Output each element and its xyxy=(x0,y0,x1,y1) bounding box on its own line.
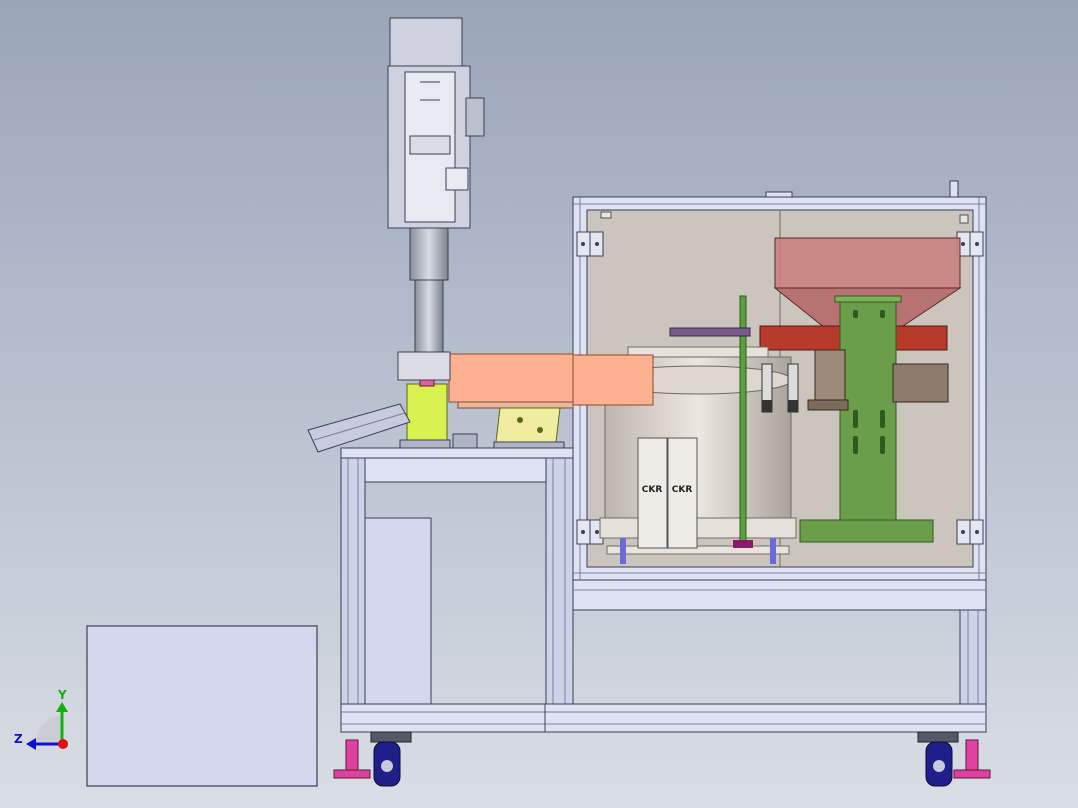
z-axis-label: Z xyxy=(14,732,23,746)
base-rail xyxy=(340,703,987,733)
control-box xyxy=(86,625,318,787)
left-leveling-foot xyxy=(333,739,371,779)
hinge-bottom-right xyxy=(956,519,984,545)
spindle-press xyxy=(387,17,485,381)
right-caster xyxy=(917,731,959,787)
right-cabinet-base xyxy=(572,579,987,705)
y-axis-label: Y xyxy=(57,688,67,702)
coordinate-triad: Y Z xyxy=(14,688,68,750)
left-caster xyxy=(370,731,412,787)
left-table-frame xyxy=(340,447,574,733)
discharge-chute xyxy=(307,403,411,453)
hinge-top-right xyxy=(956,231,984,257)
part-label-left: CKR xyxy=(642,485,663,495)
hinge-bottom-left xyxy=(576,519,604,545)
hinge-top-left xyxy=(576,231,604,257)
assembly-drawing: CKR CKR Y Z xyxy=(14,17,991,787)
cad-viewport[interactable]: CKR CKR Y Z xyxy=(0,0,1078,808)
x-axis-dot xyxy=(58,739,68,749)
part-label-right: CKR xyxy=(672,485,693,495)
right-leveling-foot xyxy=(953,739,991,779)
linear-conveyor xyxy=(448,353,654,409)
